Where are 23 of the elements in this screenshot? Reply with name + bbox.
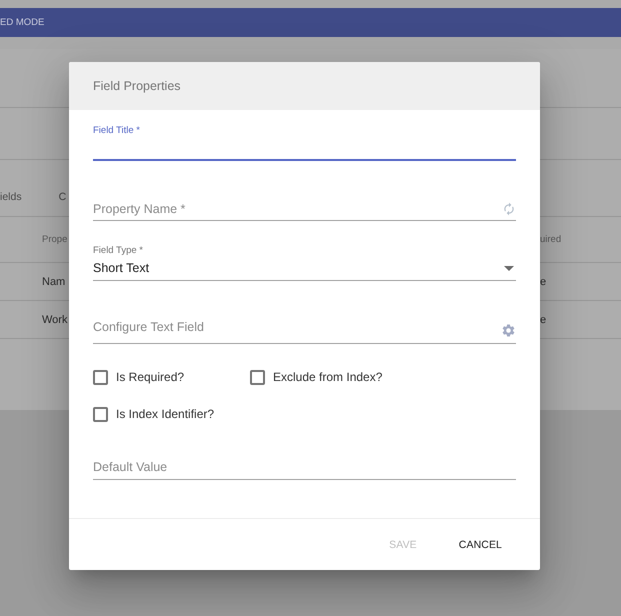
table-cell: e (540, 274, 546, 288)
table-cell: Work (42, 312, 68, 326)
text-button[interactable]: CANCEL (446, 526, 514, 562)
text-input[interactable]: Field Title * (93, 125, 516, 161)
checkbox[interactable] (93, 407, 108, 422)
checkbox-label[interactable]: Exclude from Index? (273, 370, 382, 385)
table-cell: e (540, 312, 546, 326)
checkbox[interactable] (93, 370, 108, 385)
text-input[interactable]: Property Name * (93, 197, 494, 220)
checkbox-label[interactable]: Is Required? (116, 370, 184, 385)
app-bar-title: ED MODE (0, 16, 44, 28)
tab[interactable]: ields (0, 190, 22, 204)
text-input[interactable]: Default Value (93, 459, 516, 479)
select-field[interactable]: Field Type * Short Text (93, 245, 516, 281)
caret-icon (504, 266, 514, 271)
text-input[interactable]: Configure Text Field (93, 319, 493, 343)
table-cell: Nam (42, 274, 66, 288)
checkbox[interactable] (250, 370, 265, 385)
dialog-title: Field Properties (93, 78, 181, 94)
checkbox-label[interactable]: Is Index Identifier? (116, 407, 214, 422)
tab[interactable]: C (58, 190, 66, 204)
column-header: Prope (42, 232, 68, 246)
column-header: uired (540, 232, 562, 246)
